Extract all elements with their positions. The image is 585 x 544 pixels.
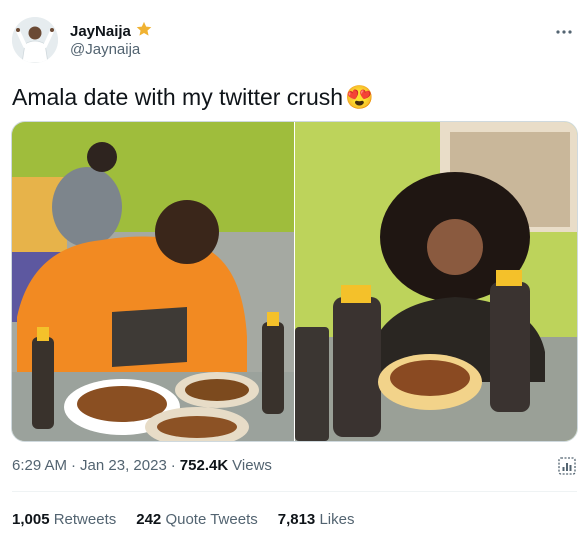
media-photo-left[interactable]: [12, 122, 294, 441]
likes-label: Likes: [319, 511, 355, 528]
user-handle[interactable]: @Jaynaija: [70, 41, 140, 58]
meta-separator: ·: [71, 457, 77, 474]
meta-separator: ·: [170, 457, 176, 474]
retweets-count: 1,005: [12, 511, 50, 528]
tweet-text-body: Amala date with my twitter crush: [12, 84, 344, 110]
retweets-stat[interactable]: 1,005 Retweets: [12, 511, 116, 528]
tweet-card: JayNaija @Jaynaija Amala date with my tw…: [0, 0, 585, 544]
star-badge-icon: [135, 20, 153, 42]
divider: [12, 491, 577, 492]
media-grid[interactable]: [11, 121, 578, 442]
quote-tweets-label: Quote Tweets: [165, 511, 258, 528]
heart-eyes-emoji: 😍: [345, 84, 374, 110]
views-label: Views: [232, 457, 272, 474]
tweet-time[interactable]: 6:29 AM: [12, 457, 67, 474]
media-photo-right[interactable]: [295, 122, 577, 441]
engagement-stats: 1,005 Retweets 242 Quote Tweets 7,813 Li…: [12, 511, 354, 528]
quote-tweets-count: 242: [136, 511, 162, 528]
likes-stat[interactable]: 7,813 Likes: [278, 511, 355, 528]
views-count: 752.4K: [179, 457, 229, 474]
analytics-icon[interactable]: [558, 457, 576, 475]
retweets-label: Retweets: [53, 511, 117, 528]
tweet-meta: 6:29 AM · Jan 23, 2023 · 752.4K Views: [12, 457, 272, 474]
tweet-date[interactable]: Jan 23, 2023: [80, 457, 167, 474]
quote-tweets-stat[interactable]: 242 Quote Tweets: [136, 511, 257, 528]
tweet-text: Amala date with my twitter crush 😍: [12, 84, 374, 111]
display-name-text: JayNaija: [70, 22, 131, 40]
avatar[interactable]: [12, 17, 58, 63]
more-icon[interactable]: [556, 22, 572, 40]
display-name[interactable]: JayNaija: [70, 20, 153, 42]
likes-count: 7,813: [277, 511, 316, 528]
